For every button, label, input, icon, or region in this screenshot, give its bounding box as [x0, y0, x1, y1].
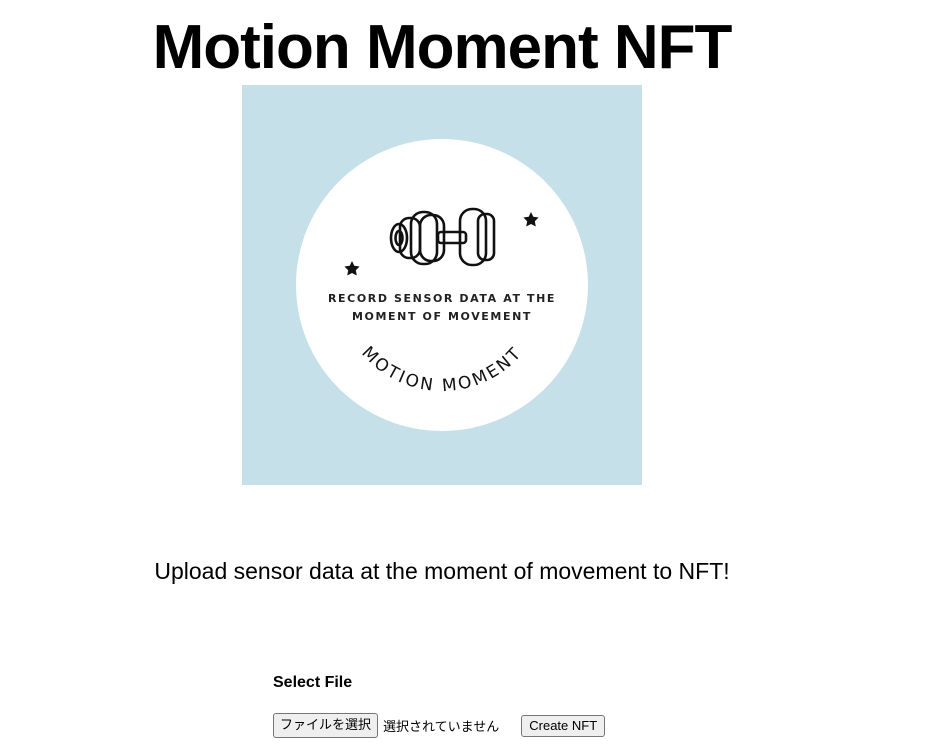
logo-line-1: RECORD SENSOR DATA AT THE	[328, 292, 556, 305]
tagline: Upload sensor data at the moment of move…	[154, 558, 730, 584]
page-title: Motion Moment NFT	[152, 13, 733, 82]
logo-graphic: RECORD SENSOR DATA AT THE MOMENT OF MOVE…	[296, 139, 588, 431]
file-upload-row: ファイルを選択 選択されていません Create NFT	[273, 712, 606, 739]
logo-image: RECORD SENSOR DATA AT THE MOMENT OF MOVE…	[242, 85, 642, 485]
select-file-label: Select File	[273, 674, 353, 691]
create-nft-button[interactable]: Create NFT	[521, 714, 606, 737]
choose-file-button[interactable]: ファイルを選択	[273, 713, 379, 738]
logo-line-2: MOMENT OF MOVEMENT	[352, 310, 532, 323]
no-file-selected-text: 選択されていません	[383, 720, 500, 735]
page: Motion Moment NFT RECORD SENSOR DATA AT …	[0, 0, 930, 748]
